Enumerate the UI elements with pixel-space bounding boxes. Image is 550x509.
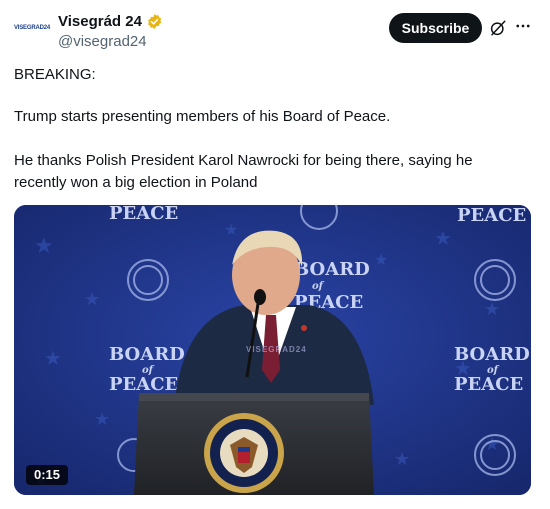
svg-text:★: ★ [394,449,410,469]
video-player[interactable]: ★★ ★★ ★★ ★★ ★★ ★★ PEACE PEACE BOARD of [14,205,531,495]
tweet-line-breaking: BREAKING: [14,66,96,83]
video-duration-badge: 0:15 [26,465,69,485]
author-name-row: Visegrád 24 [58,13,163,30]
tweet-line-headline: Trump starts presenting members of his B… [14,108,391,125]
backdrop-board-center: BOARD [294,259,370,280]
backdrop-peace-right-2: PEACE [454,374,523,395]
presidential-seal-icon [204,413,284,493]
display-name[interactable]: Visegrád 24 [58,13,142,30]
backdrop-peace-left: PEACE [109,374,178,395]
tweet-card: VISEGRAD24 Visegrád 24 @visegrad24 Subsc… [0,0,550,509]
svg-text:★: ★ [224,222,238,239]
backdrop-board-right: BOARD [454,344,530,365]
backdrop-peace-right: PEACE [457,205,526,226]
grok-icon[interactable] [489,19,507,37]
svg-text:★: ★ [84,289,100,309]
svg-text:★: ★ [374,252,388,269]
video-watermark: VISEGRAD24 [246,345,307,354]
more-options-button[interactable] [512,15,534,37]
more-icon [516,24,530,28]
svg-text:★: ★ [34,233,54,258]
tweet-line-detail: He thanks Polish President Karol Nawrock… [14,152,473,191]
backdrop-of-center: of [312,281,325,292]
subscribe-button[interactable]: Subscribe [389,13,482,43]
backdrop-peace-top: PEACE [109,205,178,224]
svg-text:★: ★ [484,299,500,319]
verified-badge-icon [147,14,162,29]
svg-text:★: ★ [44,348,62,370]
handle[interactable]: @visegrad24 [58,33,147,50]
avatar[interactable]: VISEGRAD24 [12,8,52,48]
backdrop-board-left: BOARD [109,344,185,365]
svg-text:★: ★ [434,228,452,250]
svg-text:★: ★ [94,409,110,429]
avatar-logo-text: VISEGRAD24 [13,25,50,31]
